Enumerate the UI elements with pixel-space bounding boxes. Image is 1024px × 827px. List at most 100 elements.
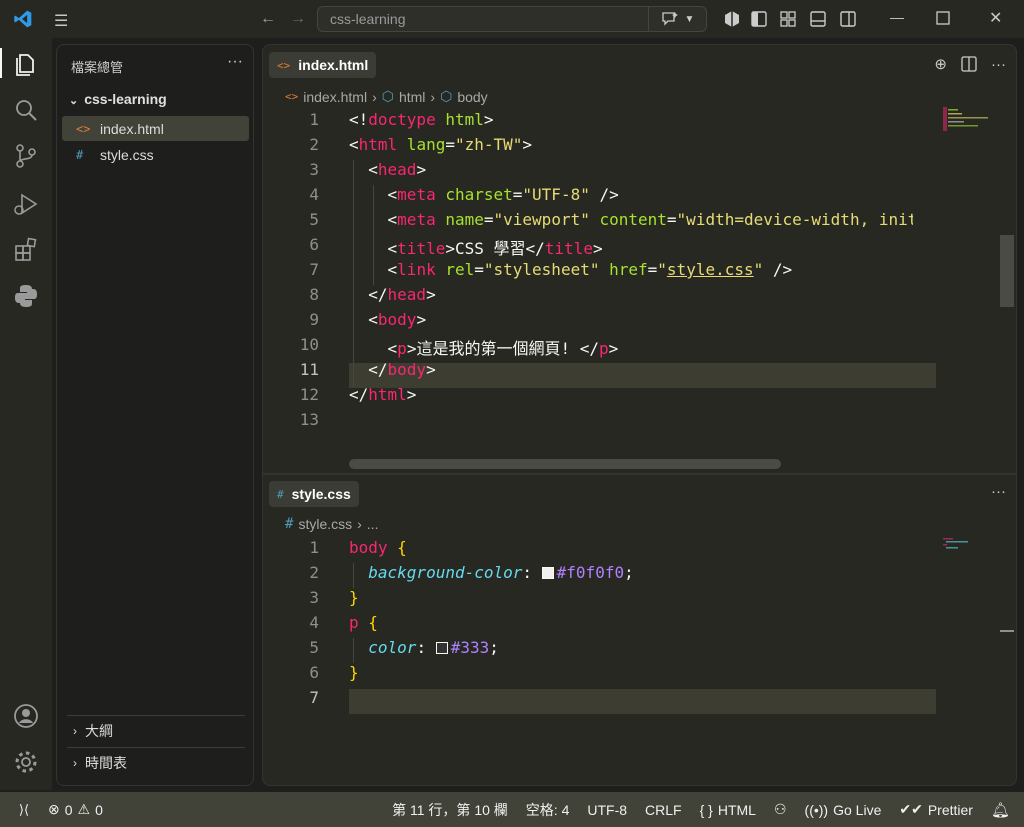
end-of-line[interactable]: CRLF xyxy=(645,802,682,818)
code-editor-css[interactable]: 1 body { 2 background-color: #f0f0f0; 3} … xyxy=(263,538,1003,718)
line-number: 11 xyxy=(299,360,319,379)
line-number: 3 xyxy=(309,160,319,179)
line-number: 9 xyxy=(309,310,319,329)
line-number: 2 xyxy=(309,135,319,154)
more-actions-icon[interactable]: ··· xyxy=(991,483,1006,500)
chevron-right-icon: › xyxy=(372,88,377,105)
globe-preview-icon[interactable]: ⊕ xyxy=(934,55,947,73)
toggle-primary-sidebar-icon[interactable] xyxy=(750,10,768,28)
vertical-scrollbar[interactable] xyxy=(1000,235,1014,307)
language-mode[interactable]: { } HTML xyxy=(700,802,756,818)
encoding[interactable]: UTF-8 xyxy=(587,802,627,818)
customize-layout-icon[interactable] xyxy=(779,10,797,28)
explorer-icon[interactable] xyxy=(12,50,40,78)
breadcrumb-item[interactable]: html xyxy=(399,89,425,105)
element-icon: ⬡ xyxy=(440,88,453,104)
code-editor-html[interactable]: 1 <!doctype html> 2 <html lang="zh-TW"> 3 … xyxy=(263,110,1003,455)
stylesheet-link[interactable]: style.css xyxy=(667,260,754,279)
accounts-hexagon-icon[interactable] xyxy=(723,10,741,28)
indentation[interactable]: 空格: 4 xyxy=(526,800,570,820)
arrow-right-icon[interactable]: → xyxy=(290,10,306,28)
close-icon[interactable]: ✕ xyxy=(989,8,1002,28)
tab-style-css[interactable]: # style.css xyxy=(269,481,359,507)
line-number: 7 xyxy=(309,260,319,279)
notifications-bell-icon[interactable]: 🔔︎ xyxy=(991,801,1010,819)
remote-indicator[interactable]: ⟩⟨ xyxy=(0,792,48,827)
python-icon[interactable] xyxy=(12,282,40,310)
element-icon: ⬡ xyxy=(381,88,394,104)
source-control-icon[interactable] xyxy=(12,142,40,170)
html-file-icon: <> xyxy=(277,58,291,72)
section-timeline[interactable]: › 時間表 xyxy=(67,747,245,777)
breadcrumb-item[interactable]: index.html xyxy=(303,89,367,105)
settings-gear-icon[interactable] xyxy=(12,748,40,776)
line-number: 4 xyxy=(309,185,319,204)
chevron-right-icon: › xyxy=(430,88,436,105)
cursor-position[interactable]: 第 11 行，第 10 欄 xyxy=(392,800,508,820)
menu-icon[interactable]: ☰ xyxy=(54,11,68,31)
file-index-html[interactable]: <> index.html xyxy=(62,116,249,141)
explorer-sidebar: 檔案總管 ··· ⌄ css-learning <> index.html # s… xyxy=(56,44,254,786)
file-name: style.css xyxy=(100,146,154,163)
color-swatch[interactable] xyxy=(435,642,448,654)
folder-name: css-learning xyxy=(84,91,167,107)
split-editor-icon[interactable] xyxy=(961,56,977,72)
folder-css-learning[interactable]: ⌄ css-learning xyxy=(69,91,167,107)
chevron-right-icon: › xyxy=(73,723,77,738)
line-number: 4 xyxy=(309,613,319,632)
tab-index-html[interactable]: <> index.html xyxy=(269,52,377,78)
minimap[interactable] xyxy=(943,107,1003,131)
maximize-icon[interactable] xyxy=(936,11,950,25)
breadcrumb: <> index.html › ⬡ html › ⬡ body xyxy=(285,88,488,105)
editor-group-css: # style.css ··· # style.css › ... 1 body … xyxy=(262,474,1017,786)
editor-actions: ⊕ ··· xyxy=(934,55,1006,74)
account-icon[interactable] xyxy=(12,702,40,730)
status-right: 第 11 行，第 10 欄 空格: 4 UTF-8 CRLF { } HTML ⚇… xyxy=(392,792,1010,827)
status-bar: ⟩⟨ ⊗ 0 ⚠ 0 第 11 行，第 10 欄 空格: 4 UTF-8 CRL… xyxy=(0,792,1024,827)
copilot-icon: ⚇ xyxy=(773,801,787,817)
breadcrumb: # style.css › ... xyxy=(285,516,378,532)
problems-indicator[interactable]: ⊗ 0 ⚠ 0 xyxy=(48,801,103,818)
arrow-left-icon[interactable]: ← xyxy=(260,10,276,28)
chat-sparkle-icon xyxy=(661,12,678,26)
chevron-down-icon: ▼ xyxy=(684,13,695,25)
horizontal-scrollbar[interactable] xyxy=(349,459,781,469)
remote-icon: ⟩⟨ xyxy=(18,801,30,817)
line-number: 6 xyxy=(309,663,319,682)
minimize-icon[interactable]: — xyxy=(890,9,904,25)
breadcrumb-item[interactable]: body xyxy=(457,89,487,105)
command-center-search[interactable]: css-learning ▼ xyxy=(317,6,707,32)
warning-icon: ⚠ xyxy=(77,801,91,817)
run-debug-icon[interactable] xyxy=(12,190,40,218)
section-outline[interactable]: › 大綱 xyxy=(67,715,245,745)
search-icon[interactable] xyxy=(12,96,40,124)
go-live-button[interactable]: ((•)) Go Live xyxy=(805,802,882,818)
vscode-logo-icon xyxy=(14,10,32,28)
copilot-status[interactable]: ⚇ xyxy=(774,801,787,818)
error-count: 0 xyxy=(64,801,73,818)
toggle-secondary-sidebar-icon[interactable] xyxy=(839,10,857,28)
line-number: 8 xyxy=(309,285,319,304)
copilot-chat-button[interactable]: ▼ xyxy=(648,7,706,31)
breadcrumb-item[interactable]: style.css xyxy=(298,516,352,532)
minimap[interactable] xyxy=(943,537,983,549)
color-swatch[interactable] xyxy=(541,567,554,579)
line-number: 12 xyxy=(299,385,319,404)
line-number: 5 xyxy=(309,210,319,229)
active-indicator xyxy=(0,48,2,78)
file-style-css[interactable]: # style.css xyxy=(62,142,249,167)
line-number: 1 xyxy=(309,538,319,557)
chevron-down-icon: ⌄ xyxy=(69,95,79,107)
line-number: 1 xyxy=(309,110,319,129)
html-file-icon: <> xyxy=(285,90,299,103)
extensions-icon[interactable] xyxy=(12,236,40,264)
prettier-status[interactable]: ✔✔ Prettier xyxy=(899,801,973,818)
warning-count: 0 xyxy=(95,801,103,818)
more-actions-icon[interactable]: ··· xyxy=(991,56,1006,73)
breadcrumb-item[interactable]: ... xyxy=(367,516,379,532)
line-number: 3 xyxy=(309,588,319,607)
tab-label: index.html xyxy=(298,57,369,73)
toggle-panel-icon[interactable] xyxy=(809,10,827,28)
more-actions-icon[interactable]: ··· xyxy=(227,53,243,71)
line-number: 5 xyxy=(309,638,319,657)
